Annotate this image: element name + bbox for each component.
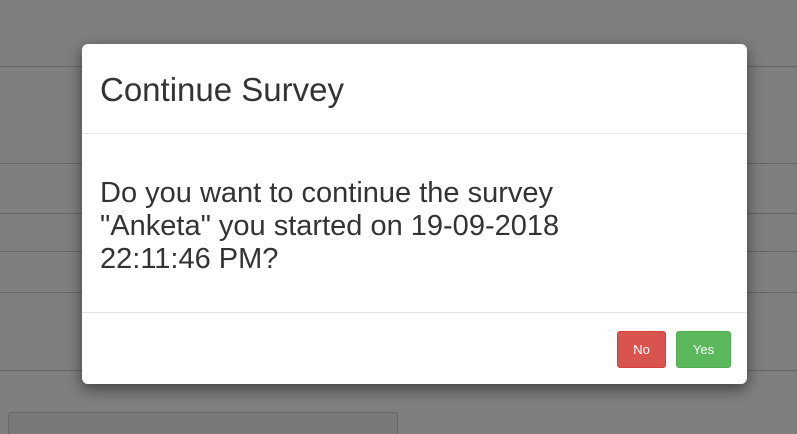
dialog-message: Do you want to continue the survey "Anke… [100, 177, 560, 275]
continue-survey-dialog: Continue Survey Do you want to continue … [82, 44, 747, 384]
no-button[interactable]: No [617, 331, 666, 368]
yes-button[interactable]: Yes [676, 331, 731, 368]
dialog-header: Continue Survey [82, 44, 747, 134]
page: Continue Survey Do you want to continue … [0, 0, 797, 434]
dialog-footer: No Yes [82, 312, 747, 383]
dialog-body: Do you want to continue the survey "Anke… [82, 134, 747, 312]
dialog-title: Continue Survey [100, 71, 344, 108]
